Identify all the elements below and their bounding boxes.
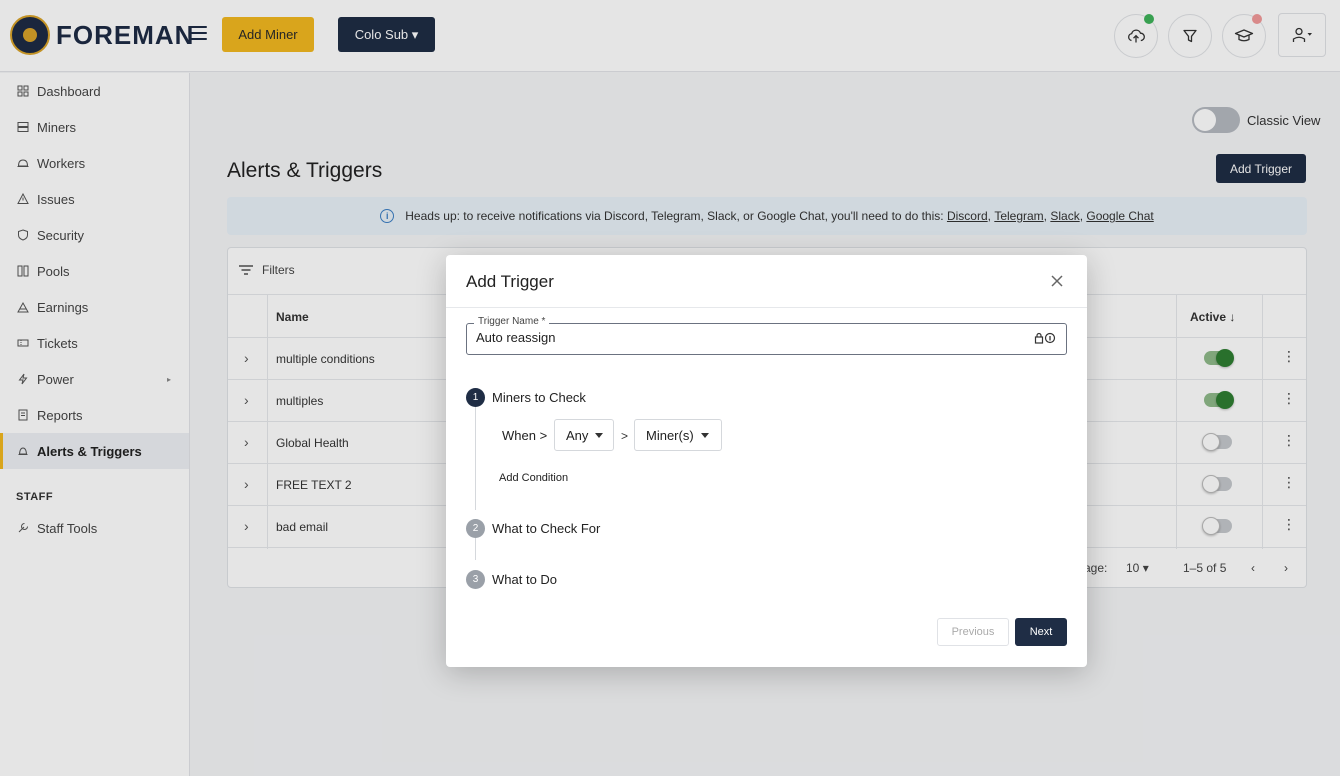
caret-down-icon bbox=[700, 432, 709, 438]
password-manager-icon[interactable] bbox=[1034, 332, 1056, 344]
miners-select-value: Miner(s) bbox=[646, 427, 694, 443]
step-number-2: 2 bbox=[466, 519, 485, 538]
add-trigger-modal: Add Trigger Trigger Name * 1 Miners to C… bbox=[446, 255, 1087, 667]
any-select-value: Any bbox=[566, 427, 589, 443]
step-label-what-to-check-for[interactable]: What to Check For bbox=[492, 521, 600, 536]
step-label-what-to-do[interactable]: What to Do bbox=[492, 572, 557, 587]
trigger-name-label: Trigger Name * bbox=[474, 316, 550, 327]
miners-select[interactable]: Miner(s) bbox=[634, 419, 722, 451]
separator: > bbox=[621, 429, 629, 443]
any-select[interactable]: Any bbox=[554, 419, 614, 451]
next-button[interactable]: Next bbox=[1015, 618, 1067, 646]
previous-button[interactable]: Previous bbox=[937, 618, 1009, 646]
close-icon[interactable] bbox=[1049, 273, 1065, 289]
step-number-1: 1 bbox=[466, 388, 485, 407]
caret-down-icon bbox=[595, 432, 604, 438]
add-condition-button[interactable]: Add Condition bbox=[499, 472, 568, 484]
trigger-name-input[interactable] bbox=[476, 330, 1016, 345]
modal-title: Add Trigger bbox=[466, 272, 554, 291]
trigger-name-field: Trigger Name * bbox=[466, 316, 1067, 355]
step-number-3: 3 bbox=[466, 570, 485, 589]
when-label: When > bbox=[502, 428, 548, 443]
step-label-miners-to-check[interactable]: Miners to Check bbox=[492, 390, 586, 405]
